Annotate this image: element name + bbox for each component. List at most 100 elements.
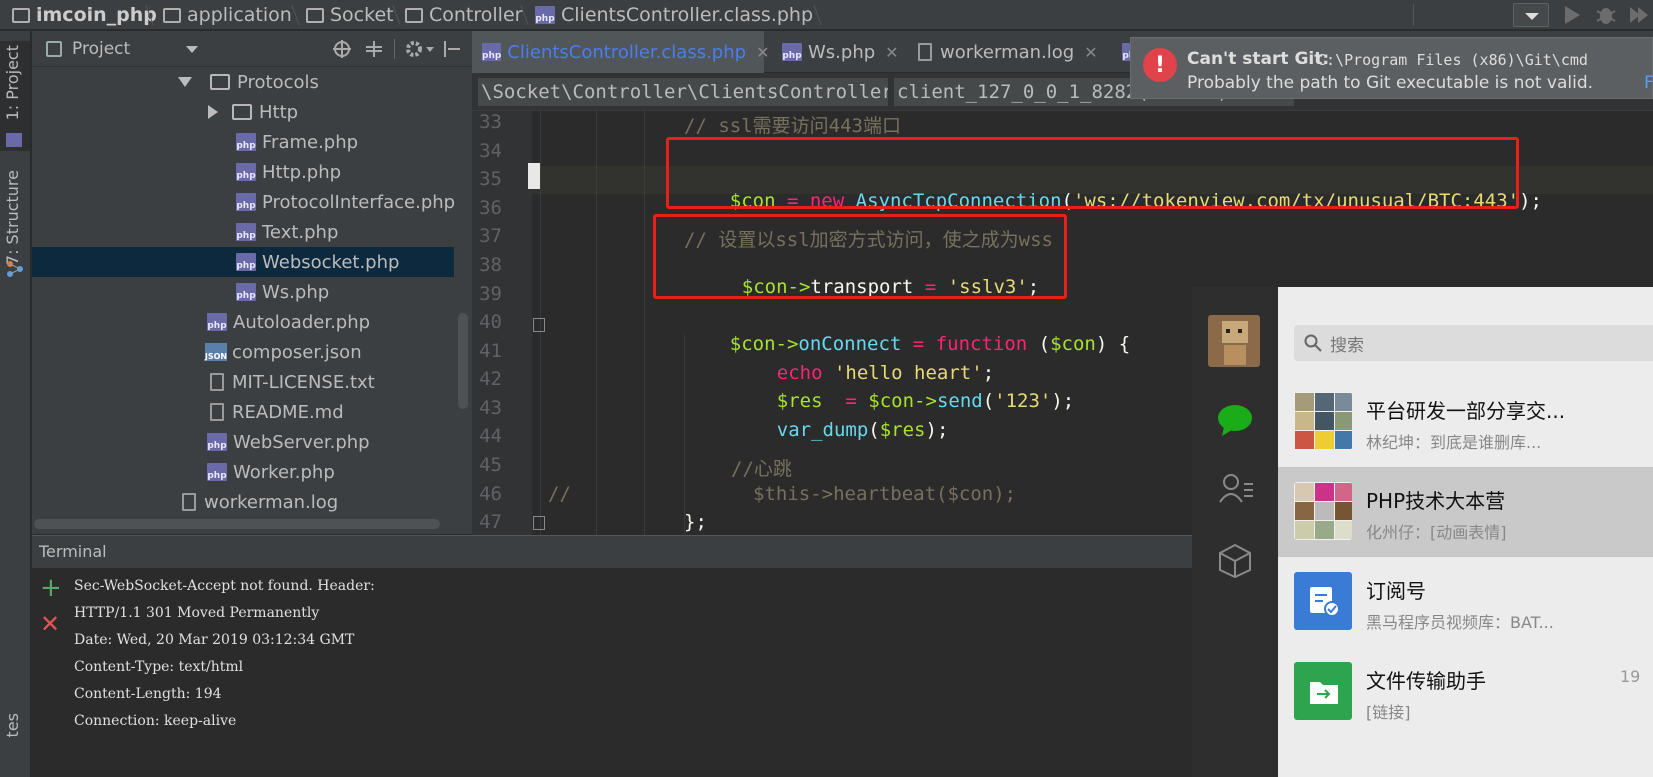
line-number: 40: [479, 311, 502, 333]
code-comment-prefix: //: [548, 483, 571, 505]
avatar-body: [1224, 345, 1246, 365]
tree-file-autoloader[interactable]: php Autoloader.php: [207, 307, 370, 337]
notification-link[interactable]: F: [1644, 73, 1653, 93]
chat-item-file-transfer[interactable]: 文件传输助手 [链接] 19: [1278, 647, 1653, 737]
horizontal-scrollbar[interactable]: [34, 519, 440, 529]
tree-file-composer[interactable]: JSON composer.json: [205, 337, 362, 367]
php-file-icon: php: [236, 193, 256, 211]
fold-marker-icon[interactable]: [533, 318, 545, 332]
contacts-icon[interactable]: [1218, 472, 1254, 504]
avatar-eye: [1226, 329, 1230, 333]
close-icon[interactable]: ✕: [756, 43, 769, 62]
chevron-down-icon: [1525, 13, 1539, 20]
tree-file-frame[interactable]: php Frame.php: [236, 127, 358, 157]
tab-ws[interactable]: php Ws.php ✕: [772, 31, 900, 73]
tool-tab-project[interactable]: 1: Project: [0, 41, 30, 151]
close-icon[interactable]: ✕: [885, 43, 898, 62]
tree-file-webserver[interactable]: php WebServer.php: [207, 427, 370, 457]
avatar[interactable]: [1208, 315, 1260, 367]
tool-tab-label: 1: Project: [3, 45, 22, 121]
token-punct: (: [1027, 333, 1051, 355]
line-number: 38: [479, 254, 502, 276]
tool-tab-label: 7: Structure: [3, 170, 22, 266]
vertical-scrollbar[interactable]: [458, 313, 468, 409]
tree-file-workerman-log[interactable]: workerman.log: [182, 487, 338, 517]
chat-item-php[interactable]: PHP技术大本营 化州仔：[动画表情]: [1278, 467, 1653, 557]
gear-icon[interactable]: [404, 38, 436, 60]
text-file-icon: [210, 373, 224, 391]
chat-item-subscriptions[interactable]: 订阅号 黑马程序员视频库：BAT...: [1278, 557, 1653, 647]
tree-file-protocolinterface[interactable]: php ProtocolInterface.php: [236, 187, 455, 217]
run-config-dropdown[interactable]: [1513, 3, 1549, 27]
avatar: [1294, 662, 1352, 720]
code-comment: // ssl需要访问443端口: [684, 115, 901, 137]
collapse-arrow-icon[interactable]: [208, 105, 218, 119]
cube-icon[interactable]: [1218, 543, 1252, 579]
tree-folder-protocols[interactable]: Protocols: [178, 67, 319, 97]
expand-arrow-icon[interactable]: [178, 77, 192, 87]
folder-icon: [405, 7, 423, 23]
project-panel-title: Project: [72, 39, 131, 59]
tree-file-ws[interactable]: php Ws.php: [236, 277, 329, 307]
terminal-panel[interactable]: Terminal + ✕ Sec-WebSocket-Accept not fo…: [32, 535, 1192, 777]
structure-icon: [7, 261, 23, 277]
tree-item-label: WebServer.php: [233, 431, 370, 453]
breadcrumb-item-file[interactable]: php ClientsController.class.php: [535, 0, 813, 30]
breadcrumb-label: ClientsController.class.php: [561, 4, 814, 26]
tree-file-text[interactable]: php Text.php: [236, 217, 338, 247]
tree-file-worker[interactable]: php Worker.php: [207, 457, 335, 487]
php-project-icon: [6, 133, 22, 147]
tab-workerman-log[interactable]: workerman.log ✕: [908, 31, 1104, 73]
navigation-breadcrumb: imcoin_php application Socket Controller…: [0, 0, 1653, 30]
breadcrumb-item-controller[interactable]: Controller: [405, 0, 522, 30]
tree-folder-http[interactable]: Http: [208, 97, 298, 127]
tool-tab-notes[interactable]: tes: [0, 711, 30, 777]
tree-file-license[interactable]: MIT-LICENSE.txt: [210, 367, 375, 397]
chat-item-group-1[interactable]: 平台研发一部分享交... 林纪坤：到底是谁删库...: [1278, 377, 1653, 467]
tree-item-label: Ws.php: [262, 281, 330, 303]
new-session-button[interactable]: +: [40, 575, 62, 601]
git-error-notification[interactable]: ! Can't start Git: C:\Program Files (x86…: [1130, 37, 1653, 99]
tool-tab-label: tes: [3, 713, 22, 738]
close-icon[interactable]: ✕: [1084, 43, 1097, 62]
token-punct: );: [1051, 390, 1075, 412]
locate-icon[interactable]: [332, 39, 352, 59]
project-panel-header: Project: [32, 31, 472, 67]
debug-button[interactable]: [1595, 5, 1617, 25]
avatar: [1294, 572, 1352, 630]
tree-file-readme[interactable]: README.md: [210, 397, 344, 427]
php-file-icon: php: [207, 313, 227, 331]
hide-panel-icon[interactable]: [442, 39, 462, 59]
highlight-box-connection: [666, 137, 1519, 209]
breadcrumb-item-socket[interactable]: Socket: [306, 0, 394, 30]
tree-file-websocket[interactable]: php Websocket.php: [32, 247, 454, 277]
tree-item-label: README.md: [232, 401, 344, 423]
line-number: 33: [479, 111, 502, 133]
project-panel: Project Protocols Http php Frame.php php…: [32, 31, 472, 534]
search-input[interactable]: 搜索: [1294, 325, 1653, 361]
tool-tab-structure[interactable]: 7: Structure: [0, 166, 30, 286]
toolbar-divider: [1413, 4, 1414, 26]
editor-breadcrumb-class[interactable]: \Socket\Controller\ClientsController: [478, 78, 888, 106]
avatar: [1294, 392, 1352, 450]
tree-item-label: Autoloader.php: [233, 311, 371, 333]
breadcrumb-item-application[interactable]: application: [163, 0, 292, 30]
chevron-down-icon[interactable]: [186, 46, 198, 53]
profile-button[interactable]: [1628, 5, 1650, 25]
fold-marker-icon[interactable]: [533, 516, 545, 530]
chat-app-sidebar: [1192, 287, 1278, 777]
search-placeholder: 搜索: [1330, 335, 1364, 356]
tree-item-label: Protocols: [237, 71, 319, 93]
collapse-all-icon[interactable]: [364, 39, 384, 59]
tab-clientscontroller[interactable]: php ClientsController.class.php ✕: [472, 31, 769, 73]
php-file-icon: php: [782, 43, 802, 61]
breadcrumb-item-project[interactable]: imcoin_php: [12, 0, 157, 30]
tree-item-label: composer.json: [232, 341, 362, 363]
run-button[interactable]: [1562, 5, 1582, 25]
token-punct: );: [1519, 190, 1542, 212]
chat-icon[interactable]: [1216, 403, 1254, 437]
token-punct: );: [925, 419, 949, 441]
tree-file-http[interactable]: php Http.php: [236, 157, 341, 187]
close-session-button[interactable]: ✕: [40, 611, 60, 637]
tab-label: ClientsController.class.php: [507, 41, 747, 63]
